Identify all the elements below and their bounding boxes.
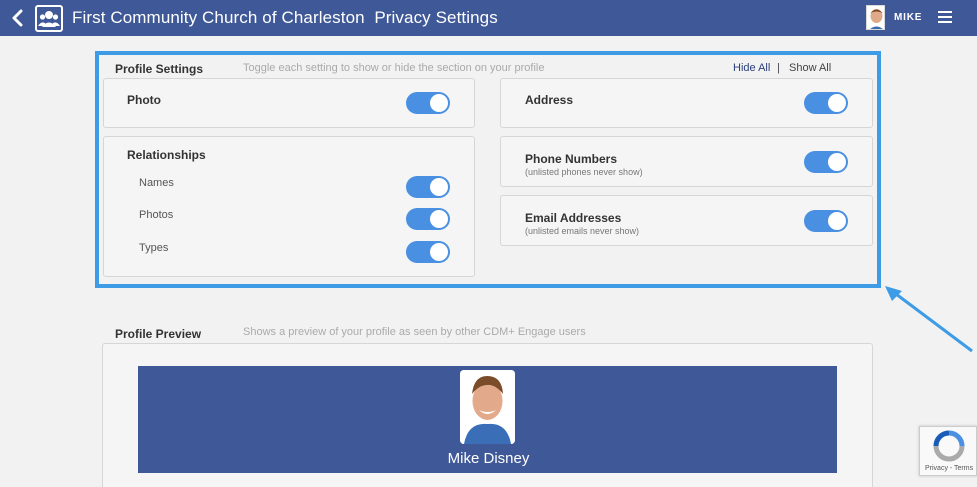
profile-preview-title: Profile Preview: [115, 327, 202, 341]
people-group-icon[interactable]: [35, 5, 63, 32]
back-arrow-icon[interactable]: [9, 8, 27, 28]
top-bar: First Community Church of Charleston Pri…: [0, 0, 977, 36]
highlight-frame: [95, 51, 881, 288]
profile-photo: [460, 370, 515, 444]
profile-preview-description: Shows a preview of your profile as seen …: [243, 326, 586, 338]
user-name[interactable]: MIKE: [894, 12, 922, 23]
recaptcha-badge[interactable]: Privacy - Terms: [919, 426, 977, 476]
preview-name: Mike Disney: [447, 450, 530, 467]
hamburger-menu-icon[interactable]: [938, 11, 952, 25]
recaptcha-icon: [933, 430, 965, 462]
user-avatar[interactable]: [866, 5, 885, 30]
page-title: First Community Church of Charleston Pri…: [72, 8, 498, 27]
pointer-arrow-icon: [885, 286, 973, 353]
recaptcha-text[interactable]: Privacy - Terms: [925, 465, 973, 472]
